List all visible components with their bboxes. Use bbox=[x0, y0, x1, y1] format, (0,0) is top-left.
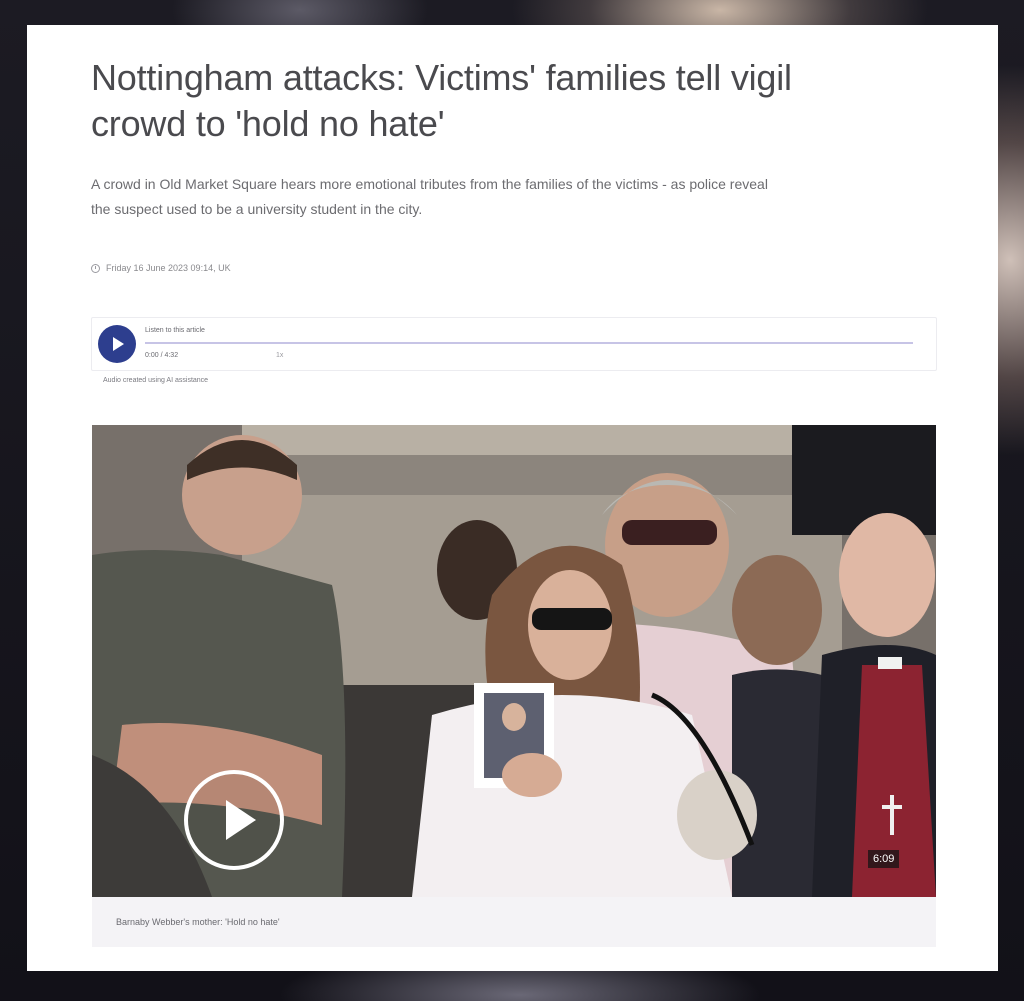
dateline-text: Friday 16 June 2023 09:14, UK bbox=[106, 263, 231, 273]
audio-speed-button[interactable]: 1x bbox=[276, 352, 283, 359]
audio-progress-bar[interactable] bbox=[145, 342, 913, 344]
video-caption-bar: Barnaby Webber's mother: 'Hold no hate' bbox=[92, 897, 936, 947]
audio-note: Audio created using AI assistance bbox=[103, 377, 209, 384]
article-standfirst: A crowd in Old Market Square hears more … bbox=[91, 176, 768, 217]
article-headline: Nottingham attacks: Victims' families te… bbox=[91, 57, 792, 144]
video-duration-badge: 6:09 bbox=[868, 850, 900, 868]
video-play-button[interactable] bbox=[184, 770, 284, 870]
audio-player-label: Listen to this article bbox=[145, 327, 205, 334]
article-card: Nottingham attacks: Victims' families te… bbox=[27, 25, 998, 971]
audio-time: 0:00 / 4:32 bbox=[145, 352, 179, 359]
audio-player: Listen to this article 0:00 / 4:32 1x bbox=[91, 317, 937, 371]
play-icon bbox=[113, 337, 124, 351]
article-dateline: Friday 16 June 2023 09:14, UK bbox=[91, 261, 231, 275]
video-caption: Barnaby Webber's mother: 'Hold no hate' bbox=[116, 917, 280, 927]
video-player[interactable]: 6:09 bbox=[92, 425, 936, 897]
audio-play-button[interactable] bbox=[98, 325, 136, 363]
clock-icon bbox=[91, 263, 100, 273]
play-circle-icon bbox=[226, 800, 256, 840]
